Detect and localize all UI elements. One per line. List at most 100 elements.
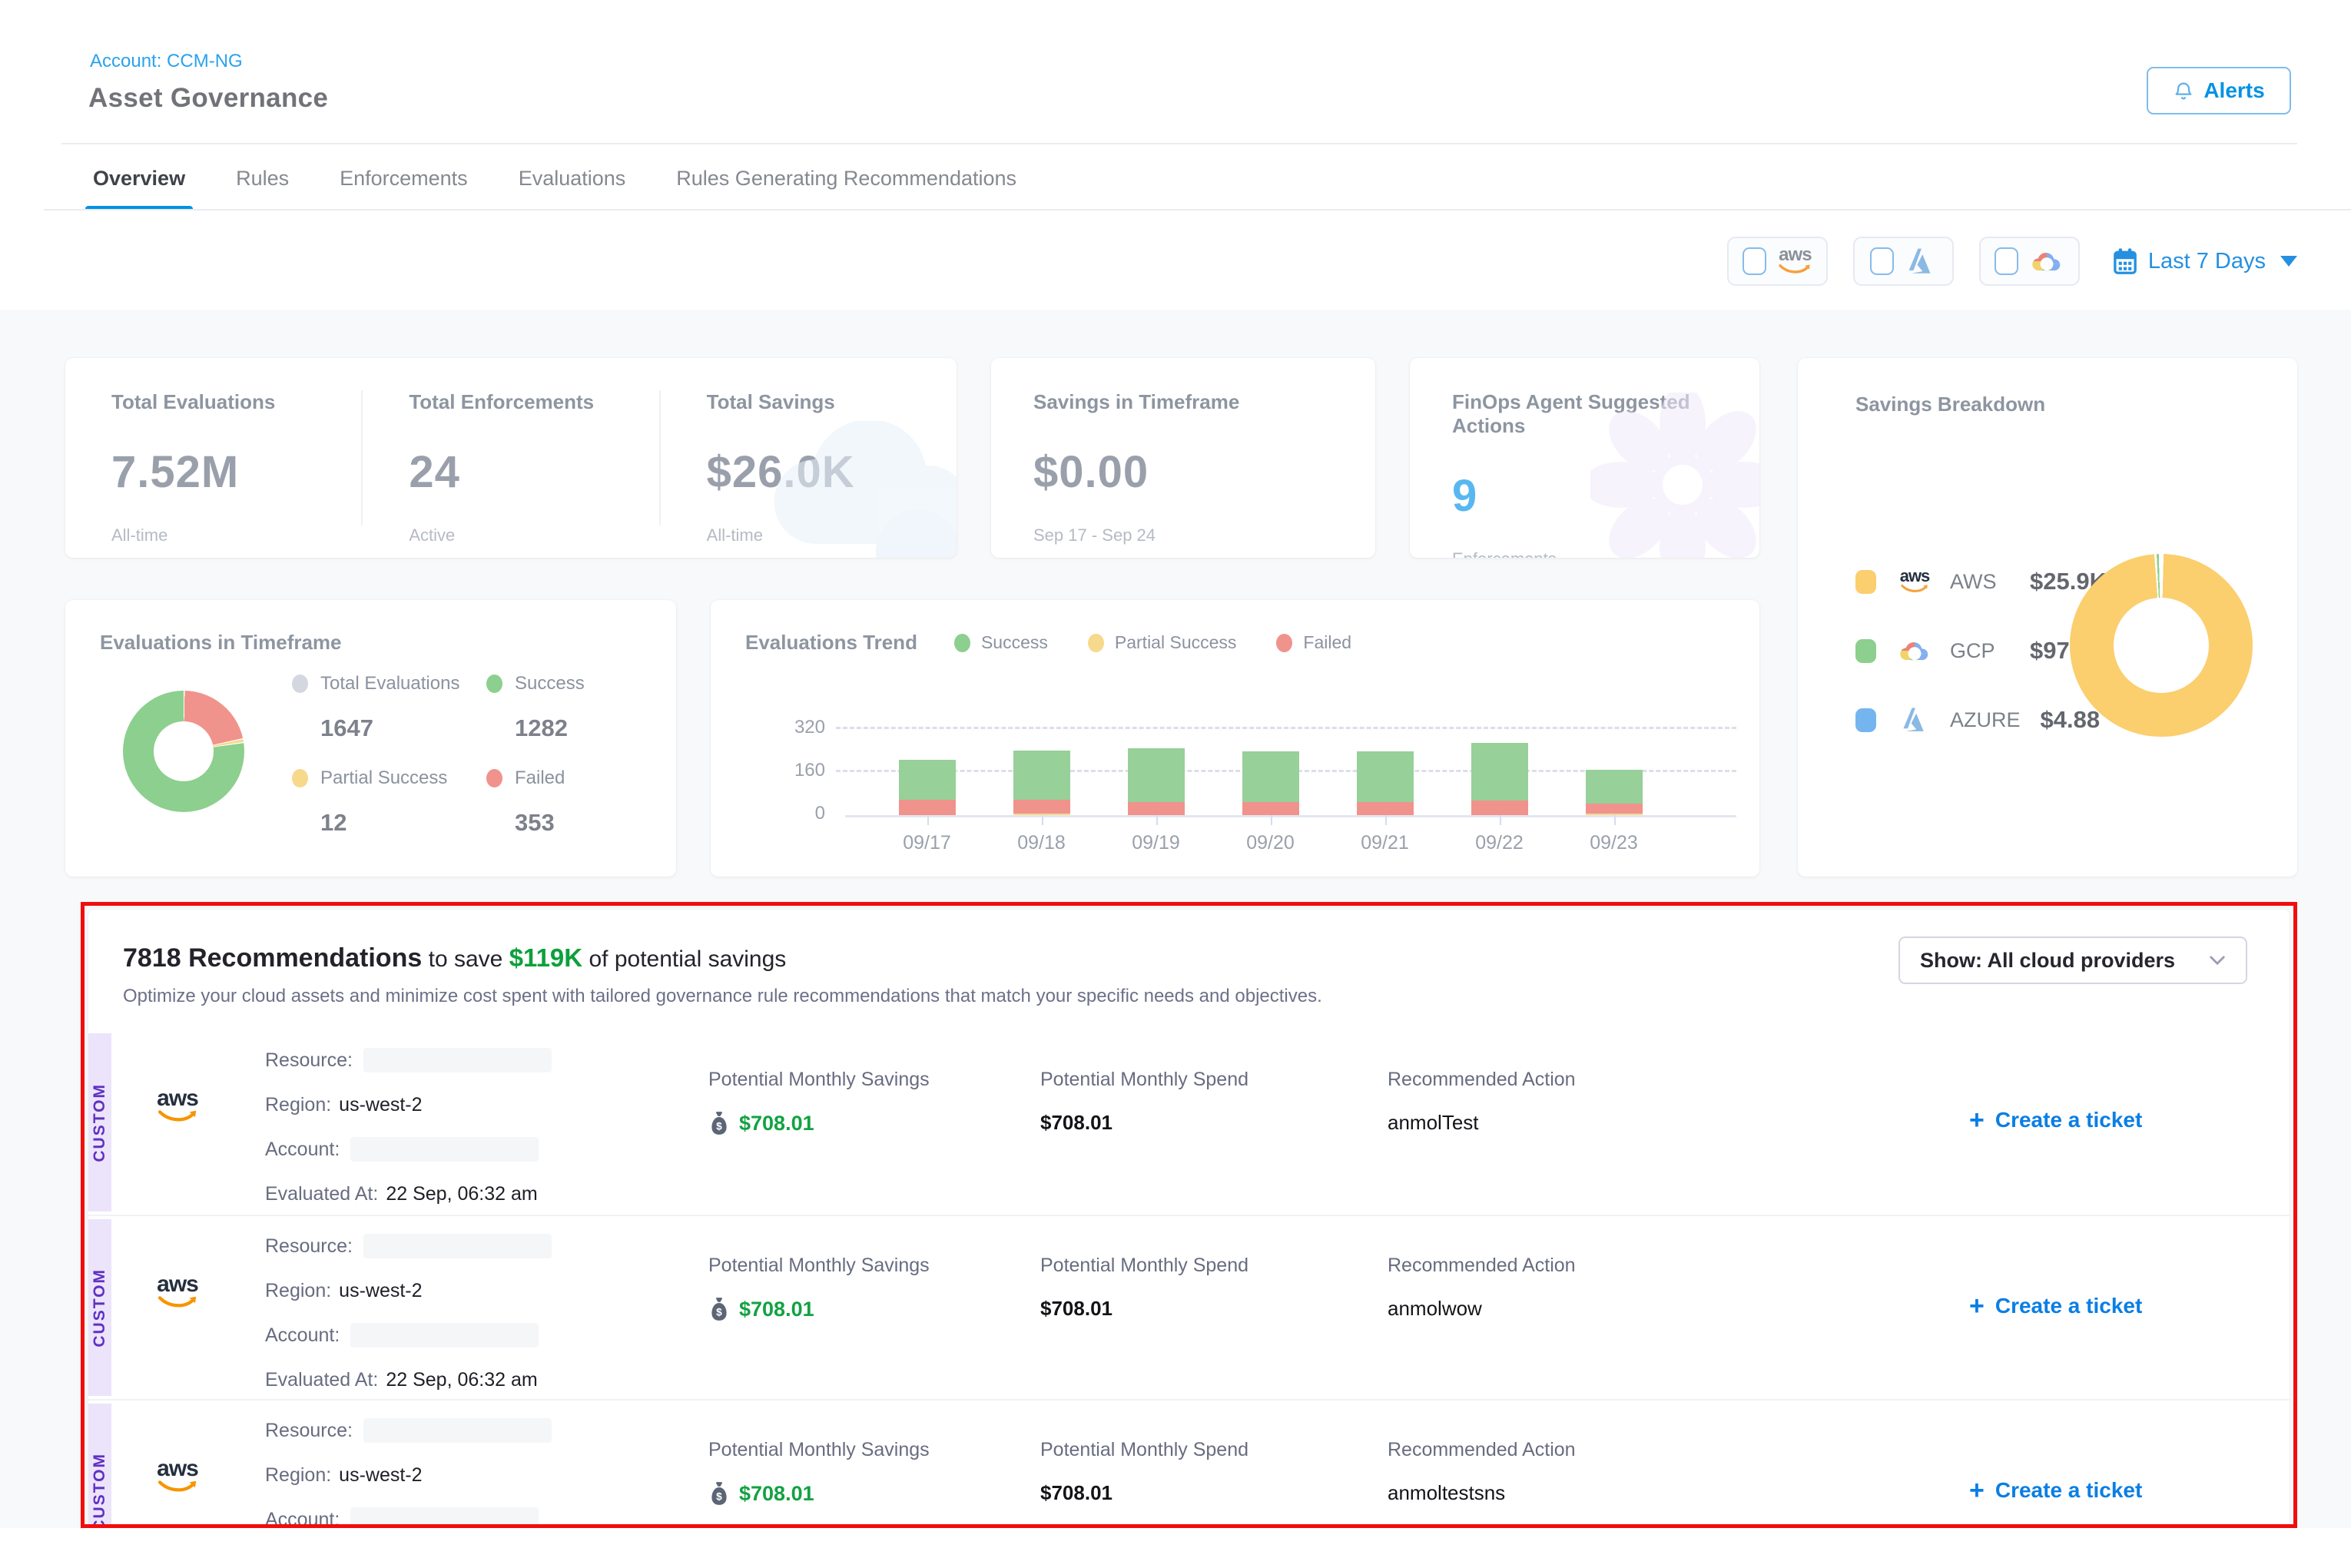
trend-ytick-label: 160 — [794, 760, 825, 781]
trend-legend: Success Partial Success Failed — [954, 632, 1351, 653]
gcp-logo-icon — [1898, 638, 1932, 664]
legend-total-evaluations: Total Evaluations 1647 — [292, 673, 459, 742]
trend-bar-09-17: 09/17 — [870, 760, 984, 815]
evaluations-trend-card: Evaluations Trend Success Partial Succes… — [711, 600, 1759, 877]
money-bag-icon: $ — [708, 1111, 730, 1135]
recommended-action: Recommended Action anmolwow — [1388, 1255, 1576, 1321]
trend-xtick-label: 09/17 — [870, 832, 984, 854]
gcp-swatch — [1855, 639, 1876, 663]
alerts-button[interactable]: Alerts — [2147, 67, 2291, 114]
trend-plot: 016032009/1709/1809/1909/2009/2109/2209/… — [845, 702, 1736, 817]
provider-filter-azure[interactable] — [1853, 237, 1954, 286]
create-ticket-button[interactable]: + Create a ticket — [1969, 1107, 2142, 1133]
savings-in-timeframe-card: Savings in Timeframe $0.00 Sep 17 - Sep … — [991, 358, 1375, 558]
azure-swatch — [1855, 708, 1876, 732]
dashboard-content: Total Evaluations 7.52M All-time Total E… — [0, 310, 2351, 1528]
trend-ytick-label: 320 — [794, 717, 825, 738]
redacted-resource — [363, 1048, 552, 1072]
legend-partial-success: Partial Success 12 — [292, 767, 447, 837]
potential-monthly-savings: Potential Monthly Savings $ $708.01 — [708, 1069, 930, 1135]
recommendation-row: CUSTOM aws Resource: Region:us-west-2 Ac… — [88, 1215, 2290, 1399]
aws-logo-icon: aws — [156, 1460, 199, 1493]
svg-text:$: $ — [716, 1491, 722, 1503]
recommended-action: Recommended Action anmoltestsns — [1388, 1439, 1576, 1505]
provider-filter-aws[interactable]: aws — [1727, 237, 1828, 286]
stat-value: 24 — [409, 446, 658, 498]
aws-logo-icon: aws — [156, 1276, 199, 1308]
tab-rules[interactable]: Rules — [233, 150, 292, 211]
trend-xtick-label: 09/22 — [1442, 832, 1557, 854]
provider-filter-gcp[interactable] — [1979, 237, 2080, 286]
summary-stats-card: Total Evaluations 7.52M All-time Total E… — [65, 358, 957, 558]
recommendations-list: CUSTOM aws Resource: Region:us-west-2 Ac… — [88, 1030, 2290, 1528]
trend-bar-09-21: 09/21 — [1328, 751, 1442, 815]
plus-icon: + — [1969, 1293, 1985, 1319]
finops-agent-card: FinOps Agent Suggested Actions 9 Enforce… — [1410, 358, 1759, 558]
tab-bar: Overview Rules Enforcements Evaluations … — [0, 144, 2351, 211]
create-ticket-button[interactable]: + Create a ticket — [1969, 1293, 2142, 1319]
evaluations-trend-chart: 016032009/1709/1809/1909/2009/2109/2209/… — [845, 702, 1736, 817]
stat-caption: All-time — [111, 525, 361, 545]
caret-down-icon — [2280, 256, 2297, 267]
savings-breakdown-card: Savings Breakdown aws AWS $25.9K — [1798, 358, 2297, 877]
stat-caption: Active — [409, 525, 658, 545]
date-range-picker[interactable]: Last 7 Days — [2112, 247, 2297, 275]
legend-dot — [954, 634, 970, 652]
custom-tag: CUSTOM — [88, 1033, 111, 1212]
trend-ytick-label: 0 — [815, 803, 825, 824]
stat-total-enforcements: Total Enforcements 24 Active — [361, 390, 658, 525]
tab-rules-generating-recommendations[interactable]: Rules Generating Recommendations — [673, 150, 1020, 211]
cloud-provider-filter-dropdown[interactable]: Show: All cloud providers — [1898, 936, 2247, 984]
aws-checkbox[interactable] — [1743, 247, 1766, 275]
trend-bar-09-22: 09/22 — [1442, 743, 1557, 815]
trend-bar-09-23: 09/23 — [1557, 770, 1671, 815]
potential-monthly-savings: Potential Monthly Savings $ $708.01 — [708, 1439, 930, 1506]
tab-evaluations[interactable]: Evaluations — [516, 150, 629, 211]
redacted-account — [350, 1137, 539, 1162]
svg-text:$: $ — [716, 1307, 722, 1318]
trend-bar-09-19: 09/19 — [1099, 748, 1213, 815]
evaluations-donut — [123, 691, 244, 812]
alerts-label: Alerts — [2203, 78, 2264, 103]
stat-total-evaluations: Total Evaluations 7.52M All-time — [65, 390, 361, 525]
page-title: Asset Governance — [88, 83, 328, 114]
resource-details: Resource: Region:us-west-2 Account: Eval… — [265, 1038, 552, 1216]
stat-value: 7.52M — [111, 446, 361, 498]
page-header: Account: CCM-NG Asset Governance Alerts — [0, 0, 2351, 144]
gcp-checkbox[interactable] — [1995, 247, 2018, 275]
create-ticket-button[interactable]: + Create a ticket — [1969, 1477, 2142, 1503]
stat-caption: Enforcements — [1452, 549, 1759, 558]
calendar-icon — [2112, 247, 2138, 275]
stat-caption: All-time — [707, 525, 957, 545]
bell-icon — [2173, 80, 2194, 101]
resource-details: Resource: Region:us-west-2 Account: Eval… — [265, 1224, 552, 1402]
potential-monthly-spend: Potential Monthly Spend $708.01 — [1040, 1255, 1248, 1321]
redacted-resource — [363, 1418, 552, 1443]
azure-logo-icon — [1898, 707, 1932, 733]
aws-logo-icon: aws — [1899, 570, 1930, 594]
resource-details: Resource: Region:us-west-2 Account: Eval… — [265, 1408, 552, 1528]
legend-dot — [292, 769, 308, 787]
stat-caption: Sep 17 - Sep 24 — [1033, 525, 1375, 545]
custom-tag: CUSTOM — [88, 1219, 111, 1396]
legend-dot — [1088, 634, 1104, 652]
plus-icon: + — [1969, 1107, 1985, 1133]
trend-xtick-label: 09/19 — [1099, 832, 1213, 854]
tab-enforcements[interactable]: Enforcements — [337, 150, 471, 211]
custom-tag: CUSTOM — [88, 1404, 111, 1528]
azure-checkbox[interactable] — [1870, 247, 1894, 275]
svg-text:$: $ — [716, 1121, 722, 1132]
money-bag-icon: $ — [708, 1481, 730, 1506]
potential-monthly-spend: Potential Monthly Spend $708.01 — [1040, 1439, 1248, 1505]
redacted-resource — [363, 1234, 552, 1258]
stat-value: 9 — [1452, 470, 1759, 522]
tab-overview[interactable]: Overview — [90, 150, 188, 211]
trend-bar-09-20: 09/20 — [1213, 751, 1328, 815]
breadcrumb-account-link[interactable]: Account: CCM-NG — [90, 51, 243, 72]
legend-dot — [292, 675, 308, 693]
redacted-account — [350, 1507, 539, 1528]
recommended-action: Recommended Action anmolTest — [1388, 1069, 1576, 1135]
azure-logo-icon — [1905, 247, 1936, 275]
legend-dot — [1276, 634, 1292, 652]
legend-dot — [486, 675, 502, 693]
